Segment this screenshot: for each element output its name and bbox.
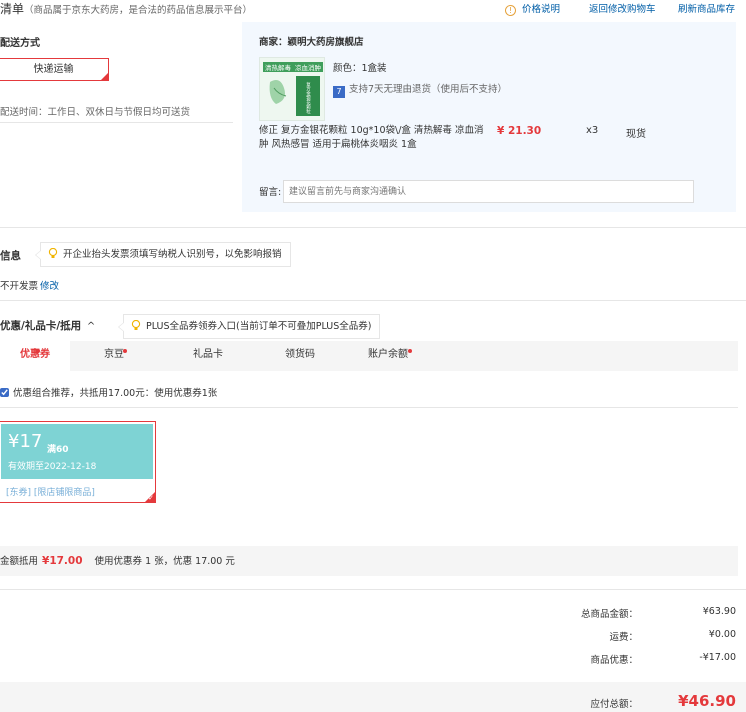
divider bbox=[0, 407, 738, 408]
red-dot-icon bbox=[36, 349, 40, 353]
coupon-tags: [东券] [限店铺限商品] bbox=[6, 485, 95, 498]
invoice-value: 不开发票 修改 bbox=[0, 278, 59, 292]
invoice-tip-text: 开企业抬头发票须填写纳税人识别号，以免影响报销 bbox=[63, 249, 282, 260]
shipping-method-label: 快递运输 bbox=[33, 64, 74, 75]
back-to-cart-link[interactable]: 返回修改购物车 bbox=[589, 1, 656, 15]
lightbulb-icon bbox=[131, 320, 141, 330]
goods-total-label: 总商品金额： bbox=[580, 609, 638, 620]
deduction-description: 使用优惠券 1 张，优惠 17.00 元 bbox=[94, 556, 235, 567]
recommend-text: 优惠组合推荐，共抵用17.00元：使用优惠券1张 bbox=[13, 388, 218, 399]
red-dot-icon bbox=[123, 349, 127, 353]
product-image-text-3: 复方金银花颗粒 bbox=[306, 81, 311, 115]
tab-pickup-code[interactable]: 领货码 bbox=[272, 341, 328, 371]
tab-label: 礼品卡 bbox=[193, 349, 223, 360]
invoice-edit-link[interactable]: 修改 bbox=[40, 281, 59, 292]
shipping-time: 配送时间：工作日、双休日与节假日均可送货 bbox=[0, 107, 191, 118]
product-price: ¥ 21.30 bbox=[497, 125, 542, 137]
product-quantity: x3 bbox=[586, 125, 599, 136]
coupon-deduction-summary: 金额抵用 ¥17.00 使用优惠券 1 张，优惠 17.00 元 bbox=[0, 546, 738, 576]
refresh-stock-link[interactable]: 刷新商品库存 bbox=[678, 1, 735, 15]
return-7-day-icon: 7 bbox=[333, 86, 345, 98]
plus-coupon-tip[interactable]: PLUS全品券领券入口(当前订单不可叠加PLUS全品券) bbox=[118, 314, 381, 339]
product-image[interactable]: 清热解毒 凉血消肿 复方金银花颗粒 bbox=[259, 57, 325, 121]
remark-label: 留言: bbox=[259, 187, 282, 198]
tab-coupon[interactable]: 优惠券 bbox=[0, 341, 70, 371]
deduction-label: 金额抵用 bbox=[0, 556, 39, 567]
title-text: 清单 bbox=[0, 2, 25, 16]
discount-label: 商品优惠： bbox=[590, 655, 638, 666]
product-image-text-1: 清热解毒 bbox=[265, 63, 292, 72]
coupon-tag: [东券] bbox=[6, 488, 32, 498]
shipping-method-button[interactable]: 快递运输 bbox=[0, 58, 109, 81]
coupon-section-title[interactable]: 优惠/礼品卡/抵用 ^ bbox=[0, 318, 95, 333]
section-divider bbox=[0, 300, 746, 301]
tab-account-balance[interactable]: 账户余额 bbox=[360, 341, 416, 371]
section-divider bbox=[0, 589, 746, 590]
shop-name: 商家：颖明大药房旗舰店 bbox=[259, 37, 364, 48]
product-spec: 颜色：1盒装 bbox=[333, 63, 387, 74]
price-info-label: 价格说明 bbox=[522, 4, 561, 15]
tab-jingdou[interactable]: 京豆 bbox=[86, 341, 142, 371]
coupon-condition: 满60 bbox=[47, 445, 69, 455]
title-subtitle: （商品属于京东大药房，是合法的药品信息展示平台） bbox=[24, 5, 253, 16]
total-payable-label: 应付总额： bbox=[590, 699, 638, 710]
lightbulb-icon bbox=[48, 248, 58, 258]
return-policy: 7 支持7天无理由退货（使用后不支持） bbox=[333, 81, 507, 98]
invoice-section-title: 信息 bbox=[0, 250, 21, 262]
goods-total-value: ¥63.90 bbox=[702, 606, 736, 617]
price-info-link[interactable]: ! 价格说明 bbox=[505, 1, 560, 16]
shipping-fee-label: 运费： bbox=[609, 632, 638, 643]
shipping-section-title: 配送方式 bbox=[0, 38, 40, 49]
coupon-card[interactable]: ¥17 满60 有效期至2022-12-18 [东券] [限店铺限商品] ✓ bbox=[0, 421, 156, 503]
stock-status: 现货 bbox=[626, 129, 646, 140]
product-box-illustration: 清热解毒 凉血消肿 复方金银花颗粒 bbox=[260, 58, 324, 120]
discount-value: -¥17.00 bbox=[699, 652, 736, 663]
tip-arrow-inner bbox=[36, 250, 42, 260]
invoice-type: 不开发票 bbox=[0, 281, 39, 292]
product-image-text-2: 凉血消肿 bbox=[295, 63, 321, 72]
divider bbox=[0, 122, 233, 123]
chevron-up-icon: ^ bbox=[86, 321, 96, 332]
shipping-fee-value: ¥0.00 bbox=[708, 629, 736, 640]
plus-coupon-tip-text: PLUS全品券领券入口(当前订单不可叠加PLUS全品券) bbox=[146, 321, 372, 332]
tab-gift-card[interactable]: 礼品卡 bbox=[180, 341, 236, 371]
invoice-tip: 开企业抬头发票须填写纳税人识别号，以免影响报销 bbox=[35, 242, 291, 267]
selected-corner-icon bbox=[100, 72, 109, 81]
coupon-card-header: ¥17 满60 有效期至2022-12-18 bbox=[1, 424, 153, 479]
deduction-amount: ¥17.00 bbox=[42, 555, 83, 567]
coupon-tag: [限店铺限商品] bbox=[33, 488, 95, 498]
tab-label: 账户余额 bbox=[368, 349, 408, 360]
tab-label: 优惠券 bbox=[20, 349, 50, 360]
tab-label: 领货码 bbox=[285, 349, 315, 360]
remark-input[interactable] bbox=[283, 180, 694, 203]
tab-label: 京豆 bbox=[104, 349, 124, 360]
product-name[interactable]: 修正 复方金银花颗粒 10g*10袋\/盒 清热解毒 凉血消肿 风热感冒 适用于… bbox=[259, 124, 489, 152]
coupon-expiry: 有效期至2022-12-18 bbox=[8, 462, 97, 472]
page-title: 清单（商品属于京东大药房，是合法的药品信息展示平台） bbox=[0, 0, 252, 17]
red-dot-icon bbox=[408, 349, 412, 353]
coupon-amount: ¥17 bbox=[8, 431, 43, 452]
tip-arrow-inner bbox=[119, 322, 125, 332]
total-payable-value: ¥46.90 bbox=[678, 692, 736, 710]
recommend-checkbox[interactable] bbox=[0, 388, 9, 397]
coupon-section-label: 优惠/礼品卡/抵用 bbox=[0, 320, 82, 332]
coupon-recommendation: 优惠组合推荐，共抵用17.00元：使用优惠券1张 bbox=[0, 385, 217, 399]
checkmark-icon: ✓ bbox=[148, 494, 154, 502]
return-policy-text: 支持7天无理由退货（使用后不支持） bbox=[349, 84, 508, 95]
section-divider bbox=[0, 227, 746, 228]
info-icon: ! bbox=[505, 5, 516, 16]
